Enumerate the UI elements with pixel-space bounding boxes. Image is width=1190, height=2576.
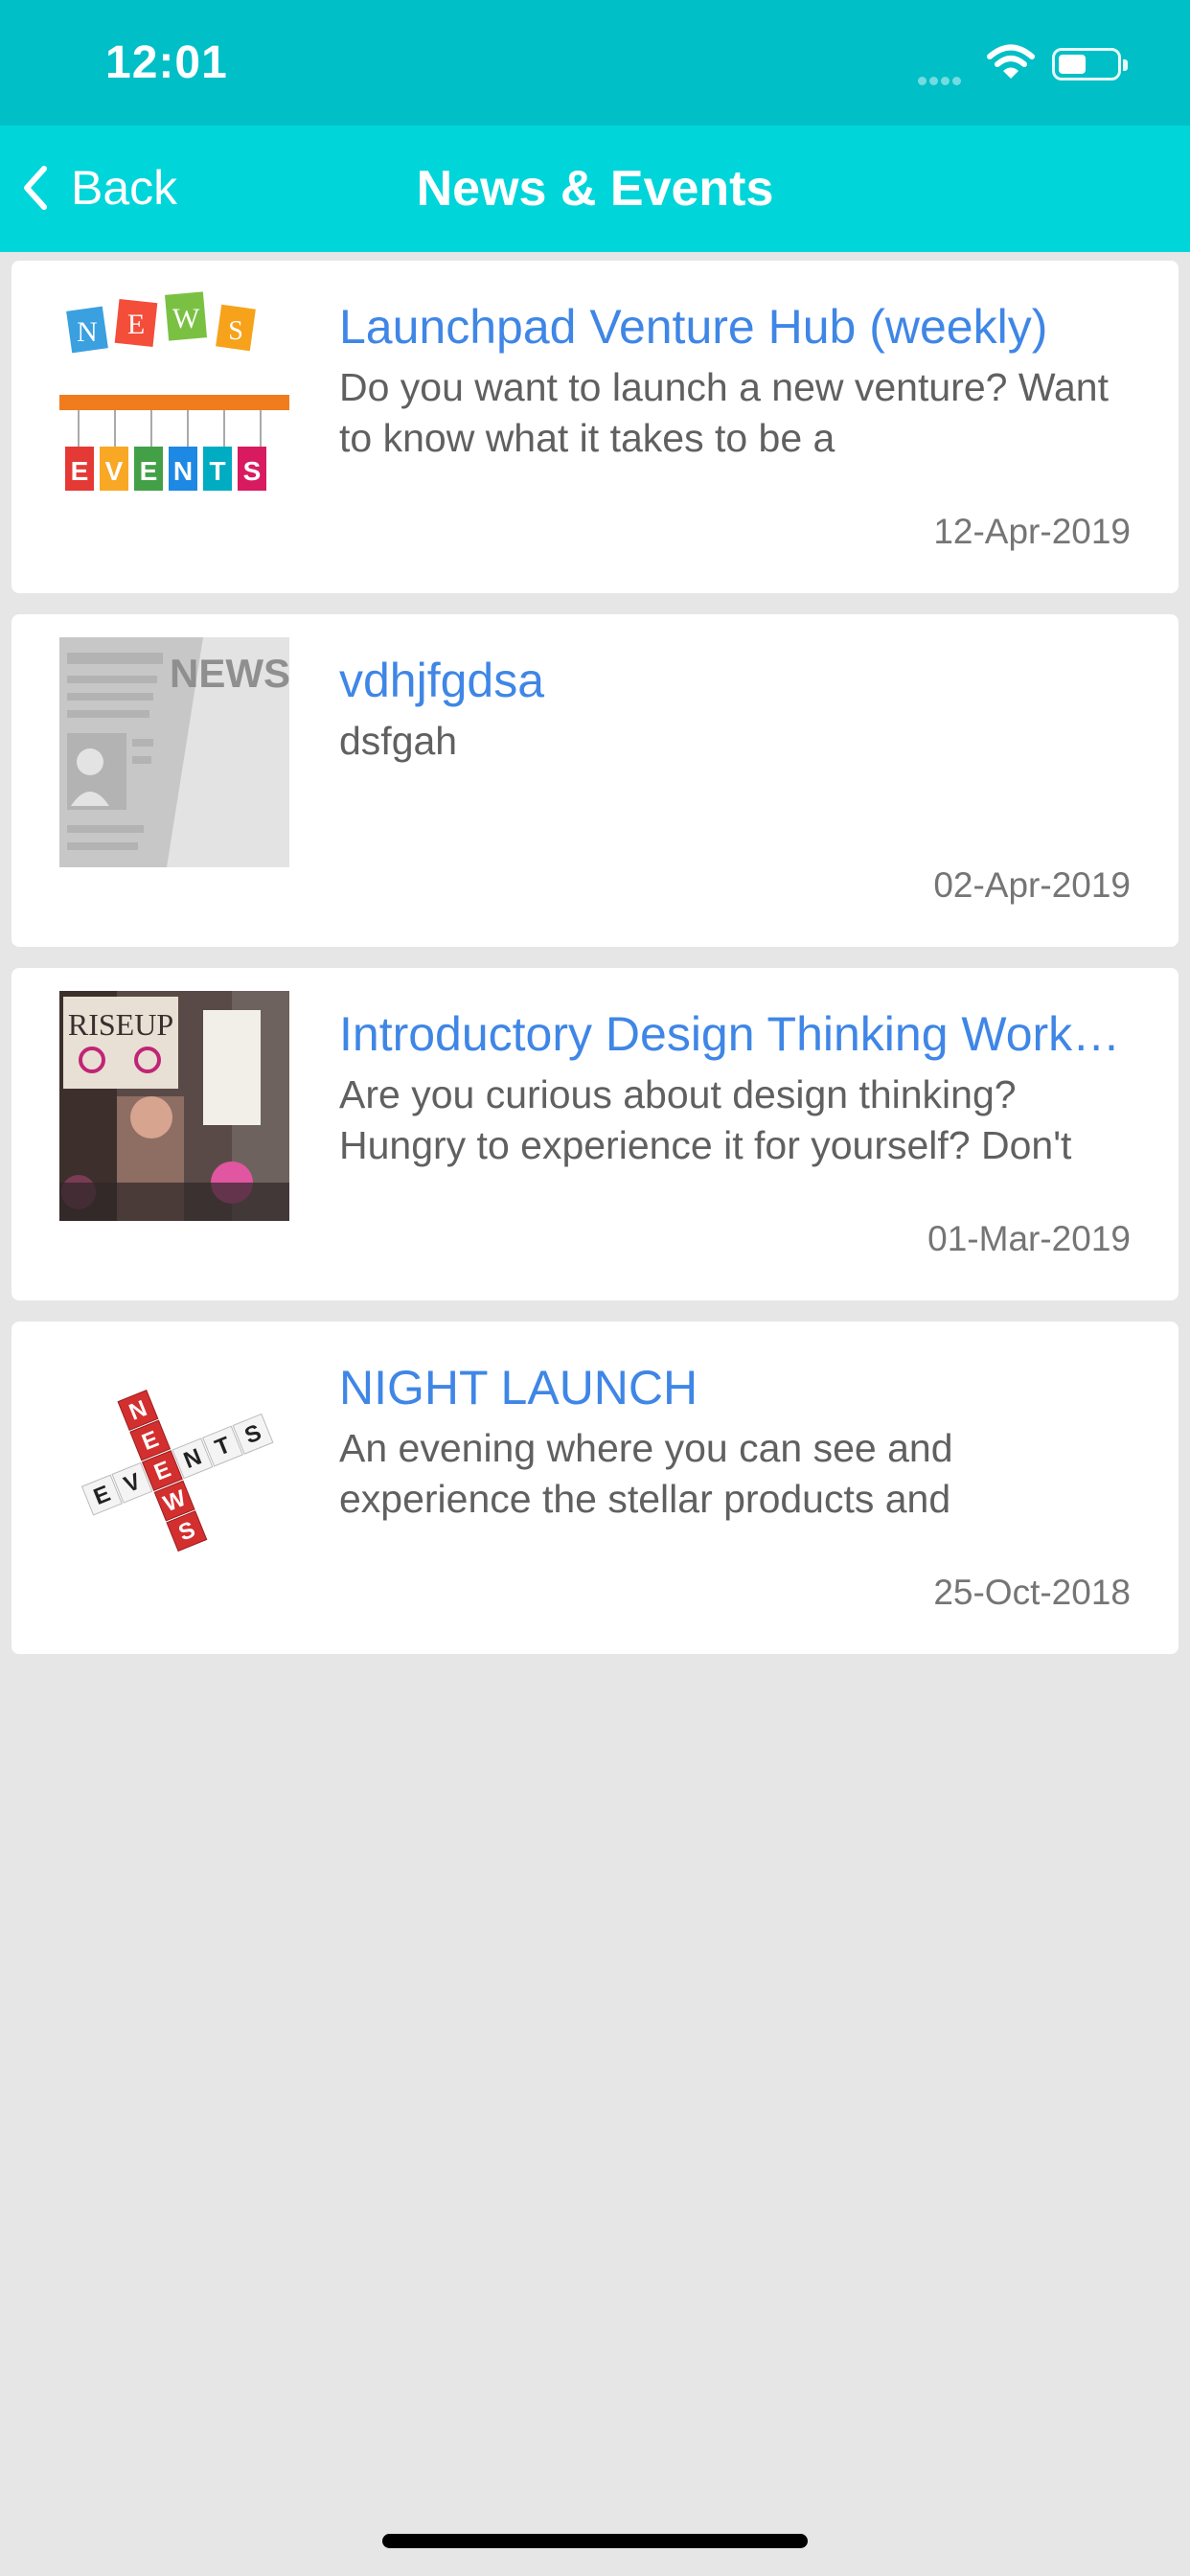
news-card[interactable]: NEWS vdhjfgdsa dsfgah 02-Apr-2019	[11, 614, 1179, 947]
news-date: 02-Apr-2019	[933, 865, 1131, 905]
news-card[interactable]: E V E N T S N E W S NIGHT LAUNCH An even…	[11, 1322, 1179, 1654]
logo-letter: N	[77, 316, 98, 348]
news-description: An evening where you can see and experie…	[339, 1426, 953, 1521]
news-date: 12-Apr-2019	[933, 512, 1131, 551]
news-title: NIGHT LAUNCH	[339, 1361, 698, 1414]
news-title: vdhjfgdsa	[339, 654, 545, 707]
logo-letter: E	[140, 456, 158, 486]
news-events-crossword-icon: E V E N T S N E W S	[59, 1345, 289, 1575]
signal-icon	[918, 73, 964, 90]
battery-icon	[1052, 48, 1128, 80]
logo-letter: E	[71, 456, 89, 486]
status-time: 12:01	[105, 37, 228, 88]
news-title: Introductory Design Thinking Workshop	[339, 1007, 1134, 1061]
logo-letter: V	[105, 456, 124, 486]
logo-letter: N	[173, 456, 193, 486]
logo-letter: S	[243, 456, 262, 486]
navigation-bar: Back News & Events	[0, 126, 1190, 252]
newspaper-word: NEWS	[170, 651, 289, 696]
news-description: Are you curious about design thinking? H…	[339, 1072, 1072, 1167]
status-bar: 12:01	[0, 0, 1190, 126]
news-card[interactable]: N E W S E V E N T S Launchpad Venture Hu…	[11, 261, 1179, 593]
sign-text: RISEUP	[68, 1007, 173, 1042]
page-title: News & Events	[416, 161, 774, 217]
home-indicator[interactable]	[382, 2534, 808, 2548]
news-title: Launchpad Venture Hub (weekly)	[339, 300, 1048, 354]
news-date: 25-Oct-2018	[933, 1573, 1131, 1612]
logo-letter: S	[228, 316, 243, 346]
news-and-events-icon: N E W S E V E N T S	[59, 284, 289, 514]
news-description: dsfgah	[339, 719, 458, 763]
news-date: 01-Mar-2019	[927, 1219, 1131, 1258]
newspaper-icon: NEWS	[59, 637, 289, 867]
logo-letter: W	[172, 303, 200, 334]
protest-photo: RISEUP	[59, 991, 289, 1221]
logo-letter: T	[209, 456, 225, 486]
logo-letter: E	[127, 309, 145, 340]
news-description: Do you want to launch a new venture? Wan…	[339, 365, 1110, 460]
news-list: N E W S E V E N T S Launchpad Venture Hu…	[11, 261, 1179, 1675]
wifi-icon	[987, 44, 1035, 79]
news-card[interactable]: RISEUP Introductory Design Thinking Work…	[11, 968, 1179, 1300]
